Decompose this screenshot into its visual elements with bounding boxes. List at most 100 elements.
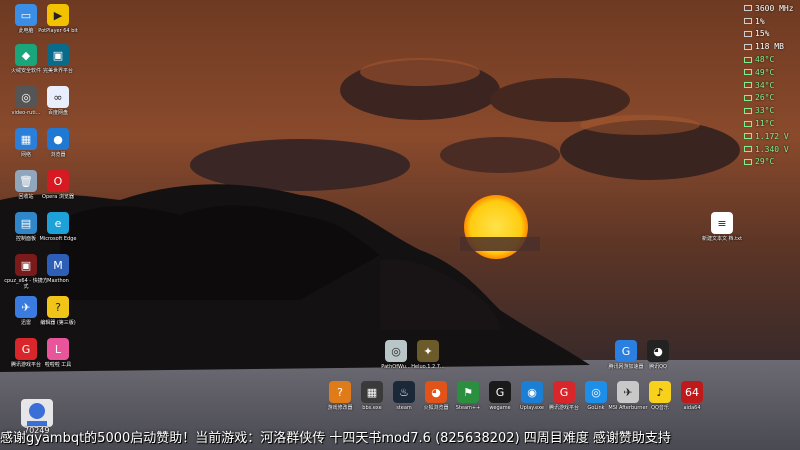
desktop-shortcut[interactable]: M Maxthon [36, 254, 80, 284]
sensor-value: 1.172 V [755, 131, 789, 141]
sensor-row: 34°C [744, 79, 796, 92]
shortcut-label: aida64 [683, 405, 701, 411]
recycle-bin-icon: 🗑 [15, 170, 37, 192]
temperature-icon [744, 69, 752, 76]
shortcut-label: Microsoft Edge [39, 236, 77, 242]
uplay-icon: ◉ [521, 381, 543, 403]
cpu-clock-icon [744, 5, 752, 12]
hardware-monitor-overlay: 3600 MHz 1% 15% 118 MB 48°C 49°C 34°C 26°C 33°C 1… [744, 2, 796, 168]
desktop-shortcut[interactable]: 64 aida64 [670, 381, 714, 411]
shortcut-label: 腾讯QQ [649, 364, 667, 370]
memory-icon [744, 43, 752, 50]
temperature-icon [744, 94, 752, 101]
tencent-games-icon: G [615, 340, 637, 362]
desktop-shortcut[interactable]: ▣ 完美世界平台 [36, 44, 80, 74]
desktop-shortcut[interactable]: L 啦啦啦 工具 [36, 338, 80, 368]
control-panel-icon: ▤ [15, 212, 37, 234]
network-icon: ▦ [15, 128, 37, 150]
cpuz-icon: ▣ [15, 254, 37, 276]
maxthon-icon: M [47, 254, 69, 276]
edge-icon: e [47, 212, 69, 234]
sensor-value: 1% [755, 16, 765, 26]
sensor-value: 1.340 V [755, 144, 789, 154]
potplayer-icon: ▶ [47, 4, 69, 26]
voltage-icon [744, 133, 752, 140]
desktop-shortcut[interactable]: ✦ Heluo.1.2.7... [406, 340, 450, 370]
tencent-platform-icon: G [553, 381, 575, 403]
qq-icon: ◕ [647, 340, 669, 362]
sensor-row: 1.340 V [744, 143, 796, 156]
desktop-shortcut[interactable]: e Microsoft Edge [36, 212, 80, 242]
desktop-shortcut[interactable]: ◕ 腾讯QQ [636, 340, 680, 370]
gpu-usage-icon [744, 30, 752, 37]
sensor-row: 118 MB [744, 40, 796, 53]
sensor-row: 3600 MHz [744, 2, 796, 15]
sensor-value: 11°C [755, 119, 775, 129]
shortcut-label: Maxthon [47, 278, 69, 284]
sensor-value: 29°C [755, 157, 775, 167]
text-file-icon: ≡ [711, 212, 733, 234]
desktop-shortcut[interactable]: ▶ PotPlayer 64 bit [36, 4, 80, 34]
temperature-icon [744, 158, 752, 165]
shortcut-label: 浏览器 [50, 152, 66, 158]
sensor-value: 15% [755, 29, 770, 39]
wegame-dock-icon: G [489, 381, 511, 403]
sensor-row: 29°C [744, 156, 796, 169]
wegame-icon: G [15, 338, 37, 360]
lala-icon: L [47, 338, 69, 360]
sensor-value: 3600 MHz [755, 3, 794, 13]
baidu-netdisk-icon: ∞ [47, 86, 69, 108]
shortcut-label: Opera 浏览器 [42, 194, 74, 200]
heluo-icon: ✦ [417, 340, 439, 362]
desktop-shortcut[interactable]: ● 浏览器 [36, 128, 80, 158]
feishu-icon: ✈ [15, 296, 37, 318]
temperature-icon [744, 120, 752, 127]
aida64-icon: 64 [681, 381, 703, 403]
voltage-icon [744, 146, 752, 153]
golink-icon: ◎ [585, 381, 607, 403]
stream-marquee-banner: 感谢gyambqt的5000启动赞助！当前游戏：河洛群侠传 十四天书mod7.6… [0, 431, 671, 446]
desktop-shortcut[interactable]: O Opera 浏览器 [36, 170, 80, 200]
shortcut-label: PotPlayer 64 bit [38, 28, 78, 34]
firefox-icon: ◕ [425, 381, 447, 403]
steam-icon: ♨ [393, 381, 415, 403]
sensor-row: 48°C [744, 53, 796, 66]
browser-icon: ● [47, 128, 69, 150]
temperature-icon [744, 56, 752, 63]
sensor-row: 1% [744, 15, 796, 28]
msi-afterburner-icon: ✈ [617, 381, 639, 403]
mod-icon: ? [329, 381, 351, 403]
sensor-row: 11°C [744, 117, 796, 130]
temperature-icon [744, 107, 752, 114]
path-of-wuxia-icon: ◎ [385, 340, 407, 362]
bbs-icon: ▦ [361, 381, 383, 403]
game-platform-icon: ▣ [47, 44, 69, 66]
cpu-usage-icon [744, 18, 752, 25]
shortcut-label: Heluo.1.2.7... [411, 364, 445, 370]
shortcut-label: 编辑器 (第三版) [40, 320, 76, 326]
sensor-value: 34°C [755, 80, 775, 90]
sensor-row: 49°C [744, 66, 796, 79]
video-icon: ◎ [15, 86, 37, 108]
temperature-icon [744, 82, 752, 89]
sensor-value: 33°C [755, 106, 775, 116]
notes-icon: ? [47, 296, 69, 318]
sensor-value: 49°C [755, 67, 775, 77]
shortcut-label: 完美世界平台 [42, 68, 73, 74]
desktop-shortcut[interactable]: ? 编辑器 (第三版) [36, 296, 80, 326]
game-launcher-icon: ⚑ [457, 381, 479, 403]
qq-music-icon: ♪ [649, 381, 671, 403]
sensor-value: 26°C [755, 93, 775, 103]
desktop-shortcut[interactable]: ≡ 新建文本文 档.txt [700, 212, 744, 242]
sensor-row: 1.172 V [744, 130, 796, 143]
sensor-value: 48°C [755, 55, 775, 65]
security-icon: ◆ [15, 44, 37, 66]
desktop-shortcut[interactable]: ∞ 百度网盘 [36, 86, 80, 116]
sensor-row: 33°C [744, 104, 796, 117]
shortcut-label: 百度网盘 [47, 110, 68, 116]
shortcut-label: 啦啦啦 工具 [44, 362, 72, 368]
sensor-value: 118 MB [755, 42, 784, 52]
sensor-row: 26°C [744, 92, 796, 105]
sensor-row: 15% [744, 28, 796, 41]
shortcut-label: 新建文本文 档.txt [701, 236, 743, 242]
